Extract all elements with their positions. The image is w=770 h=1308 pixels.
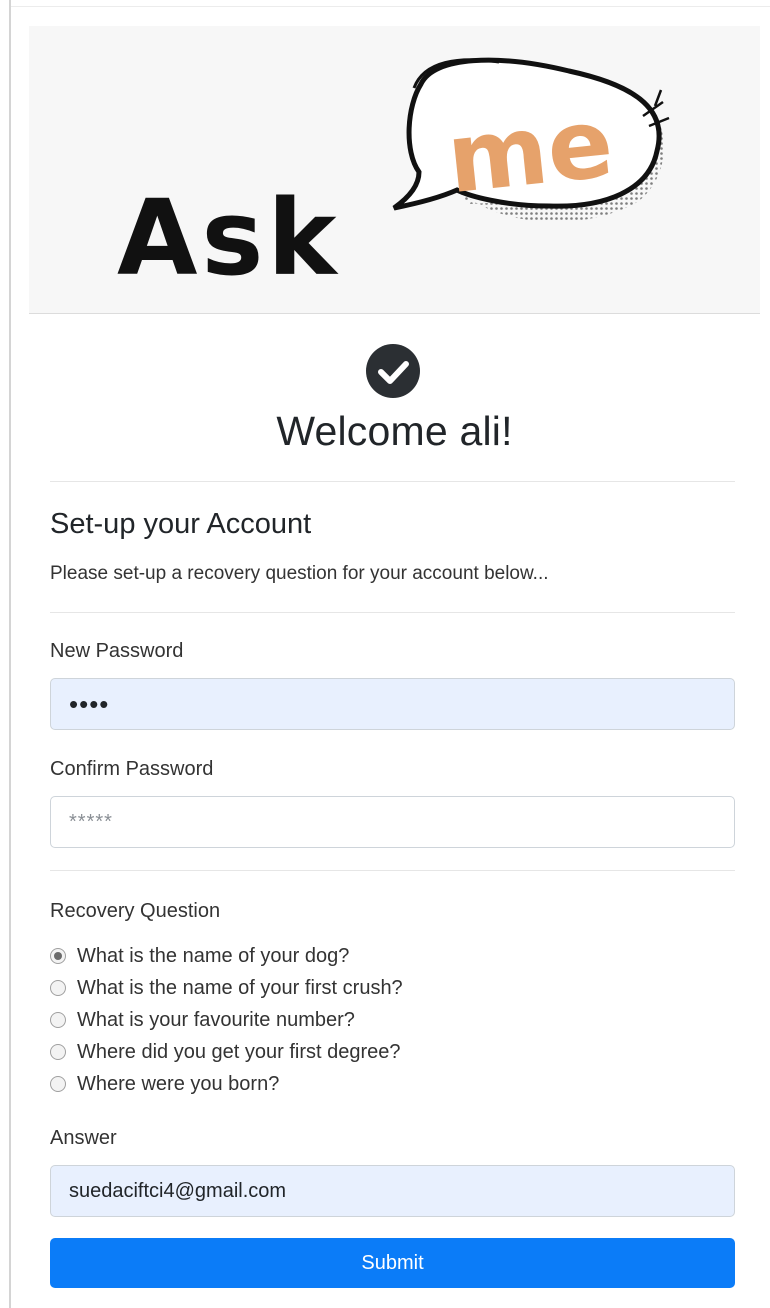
- recovery-option-label: Where did you get your first degree?: [77, 1040, 401, 1063]
- answer-label: Answer: [50, 1127, 117, 1149]
- divider: [50, 481, 735, 482]
- left-window-edge: [9, 0, 11, 1308]
- account-setup-card: me Ask Welcome ali! Set-up your Account …: [29, 26, 760, 1308]
- recovery-option-label: What is your favourite number?: [77, 1008, 355, 1031]
- recovery-option-label: What is the name of your dog?: [77, 944, 350, 967]
- recovery-option[interactable]: Where were you born?: [50, 1068, 403, 1100]
- recovery-option[interactable]: What is the name of your dog?: [50, 940, 403, 972]
- divider: [50, 870, 735, 871]
- submit-button[interactable]: Submit: [50, 1238, 735, 1288]
- confirm-password-input[interactable]: [50, 796, 735, 848]
- confirm-password-label: Confirm Password: [50, 758, 214, 780]
- top-window-edge: [11, 6, 770, 7]
- recovery-option[interactable]: What is the name of your first crush?: [50, 972, 403, 1004]
- logo-me-text: me: [442, 87, 618, 216]
- recovery-option[interactable]: Where did you get your first degree?: [50, 1036, 403, 1068]
- radio-button-selected[interactable]: [50, 948, 66, 964]
- recovery-question-options: What is the name of your dog? What is th…: [50, 940, 403, 1100]
- recovery-option-label: What is the name of your first crush?: [77, 976, 403, 999]
- radio-button[interactable]: [50, 1044, 66, 1060]
- logo-banner: me Ask: [29, 26, 760, 314]
- recovery-option-label: Where were you born?: [77, 1072, 280, 1095]
- answer-input[interactable]: [50, 1165, 735, 1217]
- setup-subtitle: Please set-up a recovery question for yo…: [50, 563, 549, 584]
- setup-title: Set-up your Account: [50, 508, 312, 540]
- askme-logo: me Ask: [117, 57, 670, 299]
- radio-button[interactable]: [50, 1012, 66, 1028]
- divider: [50, 612, 735, 613]
- new-password-input[interactable]: [50, 678, 735, 730]
- check-circle-icon: [366, 344, 420, 398]
- radio-button[interactable]: [50, 980, 66, 996]
- welcome-heading: Welcome ali!: [276, 408, 513, 454]
- recovery-option[interactable]: What is your favourite number?: [50, 1004, 403, 1036]
- logo-ask-text: Ask: [117, 177, 341, 299]
- new-password-label: New Password: [50, 640, 184, 662]
- recovery-question-label: Recovery Question: [50, 900, 221, 922]
- radio-button[interactable]: [50, 1076, 66, 1092]
